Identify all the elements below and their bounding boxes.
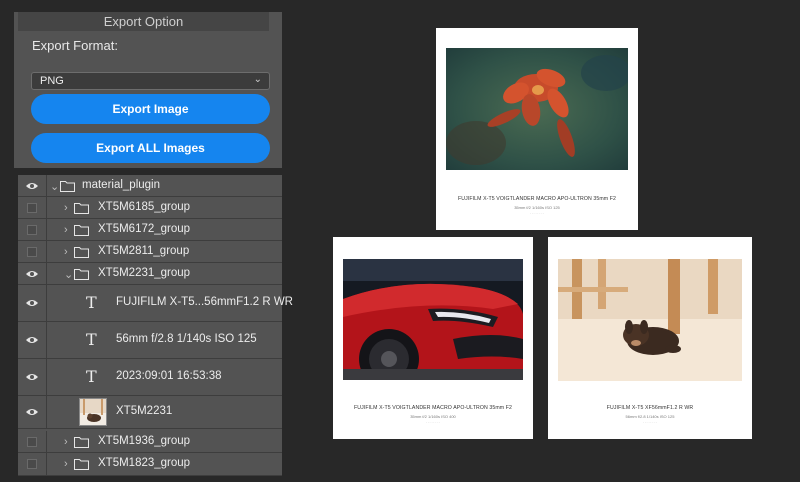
hidden-checkbox[interactable] <box>27 436 37 447</box>
chevron-right-icon[interactable]: › <box>64 458 68 470</box>
folder-icon <box>74 224 89 236</box>
print-exif: 56mm f/2.8 1/140s ISO 125 <box>625 414 675 419</box>
layer-thumbnail <box>79 398 107 426</box>
canvas-print-flower: FUJIFILM X-T5 VOIGTLANDER MACRO APO-ULTR… <box>436 28 638 230</box>
visibility-toggle[interactable] <box>18 322 47 358</box>
export-panel-title: Export Option <box>18 12 269 31</box>
layer-name: XT5M6172_group <box>98 222 191 235</box>
layer-name: XT5M2231_group <box>98 266 191 279</box>
folder-icon <box>74 246 89 258</box>
print-caption: FUJIFILM X-T5 XF56mmF1.2 R WR <box>606 405 694 411</box>
chevron-right-icon[interactable]: › <box>64 436 68 448</box>
eye-icon <box>26 182 38 189</box>
photo-car <box>343 259 523 380</box>
visibility-toggle[interactable] <box>18 359 47 395</box>
layer-name: XT5M1823_group <box>98 457 191 469</box>
print-exif: 35mm f/2 1/160s ISO 400 <box>410 414 456 419</box>
text-layer-row[interactable]: T FUJIFILM X-T5...56mmF1.2 R WR <box>18 285 293 322</box>
layer-group-row[interactable]: › XT5M1823_group <box>18 453 282 476</box>
visibility-toggle[interactable] <box>18 175 47 196</box>
print-date: · · · · · · · · <box>425 421 441 425</box>
layer-name: XT5M2811_group <box>98 244 190 257</box>
chevron-down-icon: ⌄ <box>253 74 262 85</box>
folder-icon <box>60 180 75 192</box>
eye-icon <box>26 270 38 277</box>
print-date: · · · · · · · · <box>642 421 658 425</box>
eye-icon <box>26 337 38 343</box>
layers-panel: ⌄ material_plugin › XT5M6185_group › XT5… <box>18 175 293 476</box>
text-layer-icon: T <box>86 367 97 386</box>
hidden-checkbox[interactable] <box>27 202 37 213</box>
hidden-checkbox[interactable] <box>27 224 37 235</box>
visibility-toggle[interactable] <box>18 219 47 240</box>
visibility-toggle[interactable] <box>18 431 47 452</box>
export-all-images-button[interactable]: Export ALL Images <box>31 133 270 163</box>
eye-icon <box>26 374 38 380</box>
folder-icon <box>74 436 89 448</box>
layer-group-row[interactable]: ⌄ XT5M2231_group <box>18 263 282 285</box>
folder-open-icon <box>74 268 89 280</box>
layer-name: XT5M1936_group <box>98 434 191 447</box>
folder-icon <box>74 202 89 214</box>
visibility-toggle[interactable] <box>18 197 47 218</box>
visibility-toggle[interactable] <box>18 453 47 475</box>
eye-icon <box>26 300 38 306</box>
chevron-down-icon[interactable]: ⌄ <box>64 268 73 281</box>
layer-name: material_plugin <box>82 178 160 191</box>
chevron-down-icon[interactable]: ⌄ <box>50 180 59 193</box>
layer-group-row[interactable]: › XT5M1936_group <box>18 431 282 453</box>
export-format-value: PNG <box>40 75 64 87</box>
photo-flower <box>446 48 628 170</box>
layer-group-row[interactable]: › XT5M6172_group <box>18 219 282 241</box>
folder-icon <box>74 459 89 470</box>
export-image-button[interactable]: Export Image <box>31 94 270 124</box>
layer-group-material-plugin[interactable]: ⌄ material_plugin <box>18 175 282 197</box>
eye-icon <box>26 409 38 415</box>
layer-name: 2023:09:01 16:53:38 <box>116 370 222 382</box>
print-date: · · · · · · · · <box>529 212 545 216</box>
visibility-toggle[interactable] <box>18 396 47 428</box>
text-layer-row[interactable]: T 56mm f/2.8 1/140s ISO 125 <box>18 322 282 359</box>
export-format-label: Export Format: <box>32 38 118 53</box>
layer-group-row[interactable]: › XT5M2811_group <box>18 241 282 263</box>
layer-name: XT5M6185_group <box>98 200 191 213</box>
photo-dog <box>558 259 742 381</box>
layer-name: FUJIFILM X-T5...56mmF1.2 R WR <box>116 296 293 308</box>
export-option-panel: Export Option Export Format: PNG ⌄ Expor… <box>14 12 282 168</box>
text-layer-icon: T <box>86 293 97 312</box>
visibility-toggle[interactable] <box>18 263 47 284</box>
print-exif: 35mm f/2 1/160s ISO 125 <box>514 205 560 210</box>
text-layer-row[interactable]: T 2023:09:01 16:53:38 <box>18 359 282 396</box>
visibility-toggle[interactable] <box>18 285 47 321</box>
chevron-right-icon[interactable]: › <box>64 202 68 214</box>
layer-name: 56mm f/2.8 1/140s ISO 125 <box>116 333 257 345</box>
print-caption: FUJIFILM X-T5 VOIGTLANDER MACRO APO-ULTR… <box>354 405 512 411</box>
hidden-checkbox[interactable] <box>27 459 37 469</box>
canvas-print-car: FUJIFILM X-T5 VOIGTLANDER MACRO APO-ULTR… <box>333 237 533 439</box>
print-caption: FUJIFILM X-T5 VOIGTLANDER MACRO APO-ULTR… <box>458 196 616 202</box>
hidden-checkbox[interactable] <box>27 246 37 257</box>
canvas-print-dog: FUJIFILM X-T5 XF56mmF1.2 R WR 56mm f/2.8… <box>548 237 752 439</box>
visibility-toggle[interactable] <box>18 241 47 262</box>
chevron-right-icon[interactable]: › <box>64 224 68 236</box>
layer-name: XT5M2231 <box>116 405 173 417</box>
layer-group-row[interactable]: › XT5M6185_group <box>18 197 282 219</box>
image-layer-row[interactable]: XT5M2231 <box>18 396 282 429</box>
chevron-right-icon[interactable]: › <box>64 246 68 258</box>
export-format-select[interactable]: PNG ⌄ <box>31 72 270 90</box>
text-layer-icon: T <box>86 330 97 349</box>
